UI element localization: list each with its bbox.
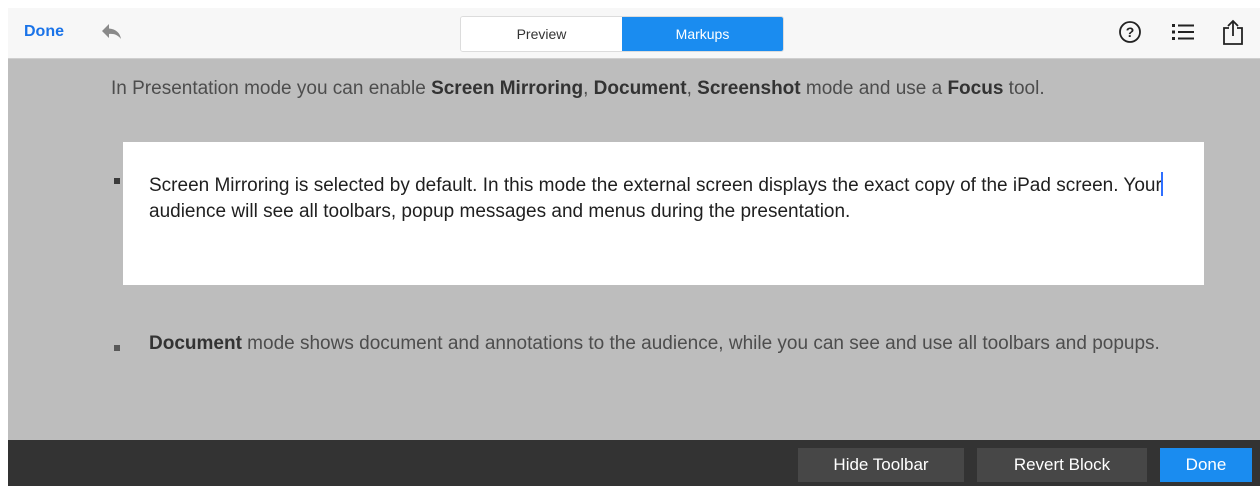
edit-block-text[interactable]: Screen Mirroring is selected by default.… [149, 172, 1169, 225]
edit-block[interactable]: Screen Mirroring is selected by default.… [123, 142, 1204, 285]
tab-markups[interactable]: Markups [622, 17, 783, 51]
bullet-marker [114, 345, 120, 351]
app-window: Done Preview Markups ? In Presentation m… [8, 8, 1260, 486]
hide-toolbar-button[interactable]: Hide Toolbar [798, 448, 964, 482]
done-editing-button[interactable]: Done [1160, 448, 1252, 482]
help-icon[interactable]: ? [1118, 20, 1142, 44]
svg-text:?: ? [1126, 24, 1135, 40]
undo-arrow-icon[interactable] [100, 22, 124, 42]
list-icon[interactable] [1171, 21, 1195, 43]
done-button[interactable]: Done [24, 23, 64, 41]
document-mode-bullet: Document mode shows document and annotat… [149, 333, 1160, 354]
view-mode-segmented-control: Preview Markups [460, 16, 784, 52]
top-toolbar: Done Preview Markups ? [8, 8, 1260, 59]
text-cursor [1160, 172, 1163, 196]
bullet-marker [114, 178, 120, 184]
revert-block-button[interactable]: Revert Block [977, 448, 1147, 482]
share-icon[interactable] [1221, 18, 1245, 46]
intro-paragraph: In Presentation mode you can enable Scre… [111, 78, 1045, 99]
document-view[interactable]: In Presentation mode you can enable Scre… [8, 59, 1260, 440]
tab-preview[interactable]: Preview [461, 17, 622, 51]
markup-toolbar: Hide Toolbar Revert Block Done [8, 440, 1260, 486]
